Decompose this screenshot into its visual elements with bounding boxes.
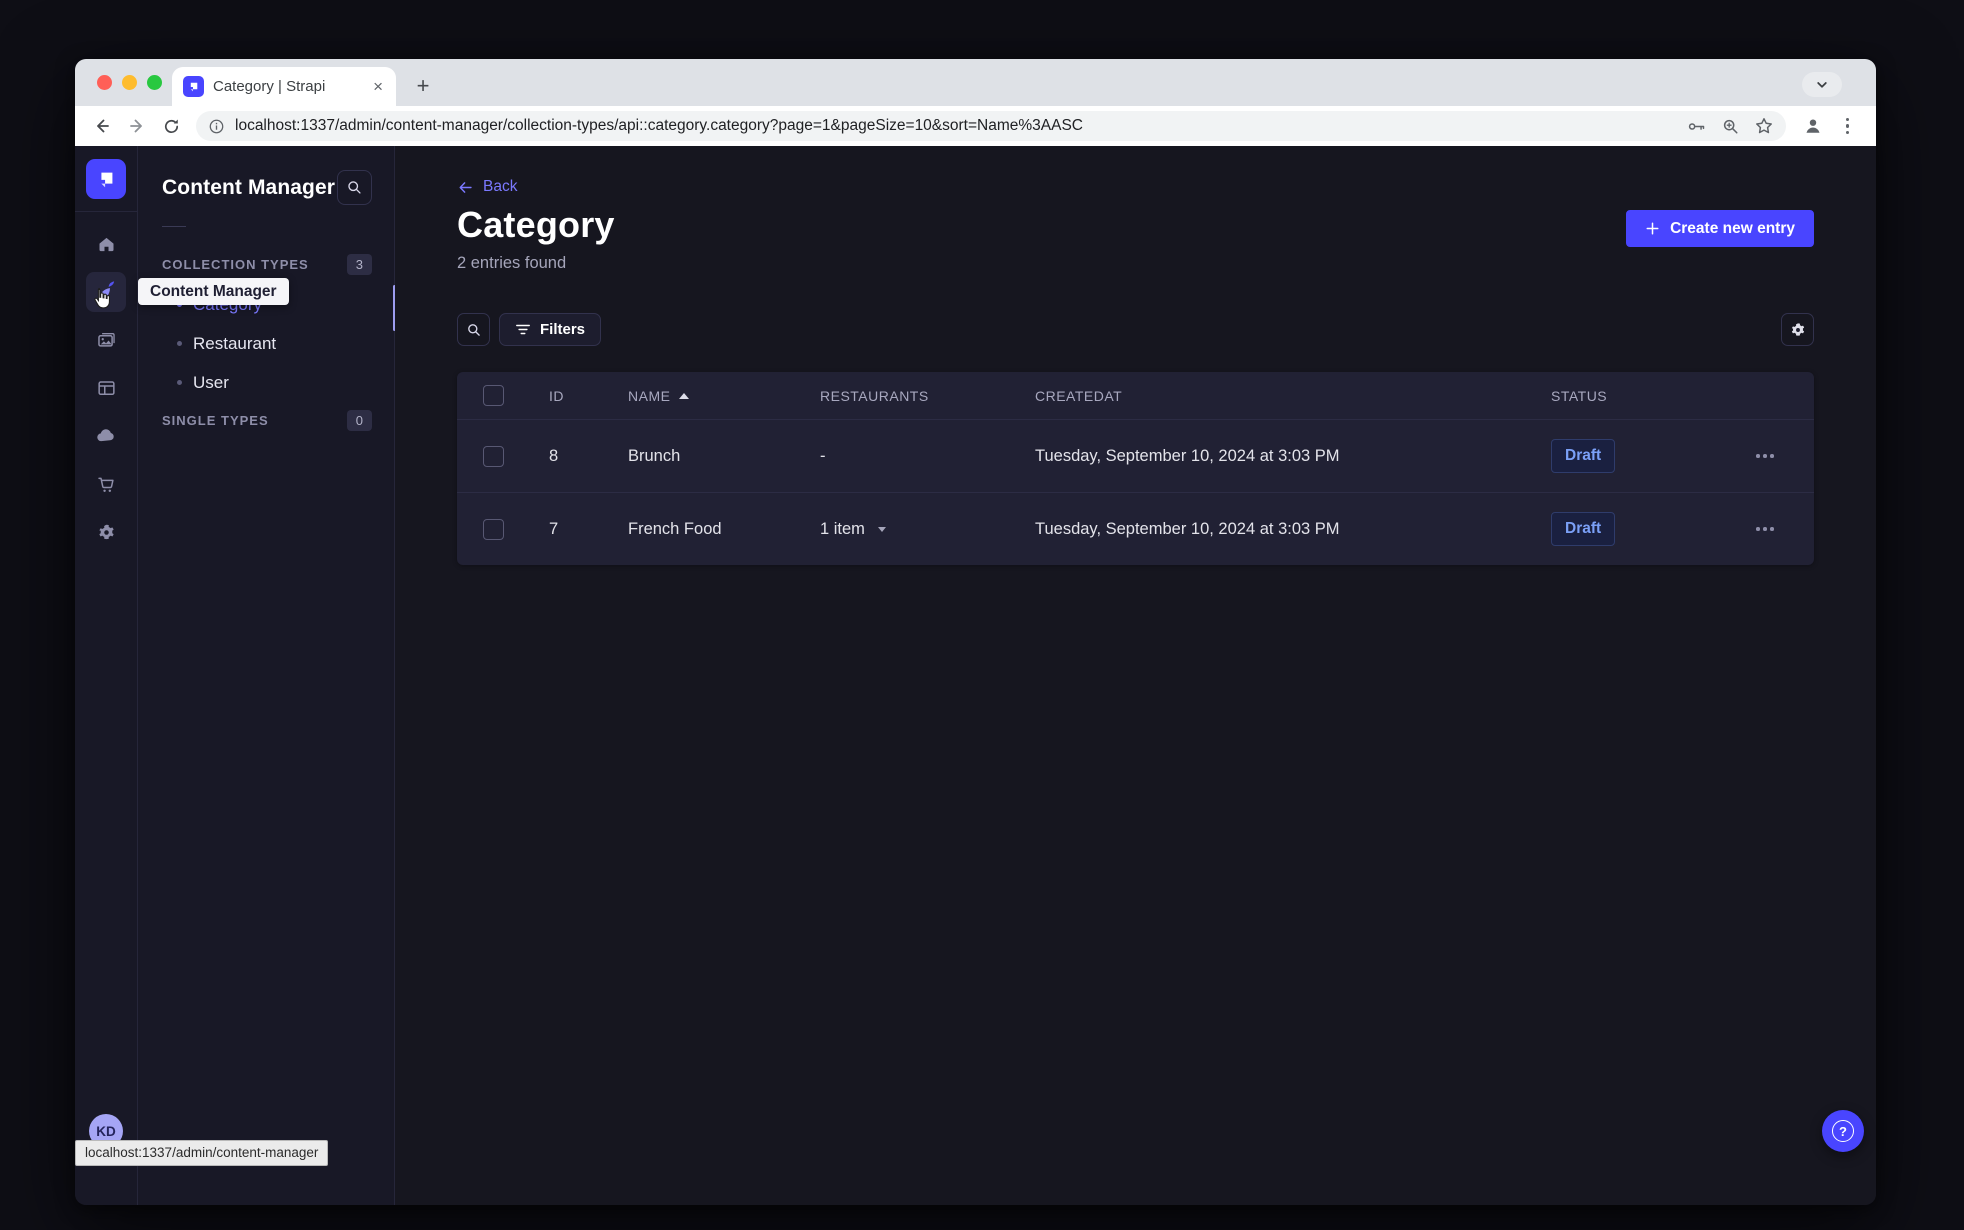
bullet-icon xyxy=(177,380,182,385)
sort-asc-icon xyxy=(679,392,690,399)
strapi-favicon-icon xyxy=(183,76,204,97)
forward-icon[interactable] xyxy=(120,110,153,143)
status-badge: Draft xyxy=(1551,512,1616,546)
cloud-icon[interactable] xyxy=(86,416,126,456)
home-icon[interactable] xyxy=(86,224,126,264)
status-badge: Draft xyxy=(1551,439,1616,473)
help-button[interactable]: ? xyxy=(1822,1110,1864,1152)
urlbar-actions xyxy=(1686,116,1774,137)
table-row[interactable]: 8 Brunch - Tuesday, September 10, 2024 a… xyxy=(457,419,1814,492)
status-bubble: localhost:1337/admin/content-manager xyxy=(75,1140,329,1166)
row-checkbox[interactable] xyxy=(483,445,504,467)
help-icon: ? xyxy=(1832,1120,1854,1142)
back-icon[interactable] xyxy=(85,110,118,143)
section-label: COLLECTION TYPES xyxy=(162,257,309,272)
create-new-entry-button[interactable]: Create new entry xyxy=(1626,210,1814,247)
rail-divider xyxy=(75,211,137,212)
browser-toolbar: localhost:1337/admin/content-manager/col… xyxy=(75,106,1876,146)
browser-tab[interactable]: Category | Strapi × xyxy=(172,67,396,106)
cell-id: 7 xyxy=(549,519,559,538)
entries-count: 2 entries found xyxy=(457,254,567,272)
password-key-icon[interactable] xyxy=(1686,116,1707,137)
table-search-button[interactable] xyxy=(457,313,490,346)
entries-table: ID NAME RESTAURANTS CREATEDAT STATUS 8 B… xyxy=(457,372,1814,565)
browser-menu-icon[interactable] xyxy=(1831,110,1864,143)
info-icon[interactable] xyxy=(208,118,225,135)
view-settings-button[interactable] xyxy=(1781,313,1814,346)
main-content: Back Category Create new entry 2 entries… xyxy=(395,146,1876,1205)
row-menu-icon[interactable] xyxy=(1754,521,1776,537)
section-label: SINGLE TYPES xyxy=(162,413,269,428)
row-menu-icon[interactable] xyxy=(1754,448,1776,464)
gear-icon xyxy=(1791,322,1804,336)
single-types-section: SINGLE TYPES 0 xyxy=(138,410,394,431)
tab-search-button[interactable] xyxy=(1802,72,1842,97)
window-close-button[interactable] xyxy=(97,75,112,90)
marketplace-icon[interactable] xyxy=(86,464,126,504)
cell-id: 8 xyxy=(549,446,559,465)
panel-search-button[interactable] xyxy=(337,170,372,205)
search-icon xyxy=(348,181,361,194)
cell-restaurants-dropdown[interactable]: 1 item xyxy=(797,520,1013,539)
collection-types-count-badge: 3 xyxy=(346,254,372,275)
caret-down-icon xyxy=(877,526,886,532)
tab-title: Category | Strapi xyxy=(213,78,326,95)
sidebar-item-user[interactable]: User xyxy=(162,363,372,402)
column-header-name[interactable]: NAME xyxy=(601,388,797,404)
back-arrow-icon xyxy=(459,181,472,193)
row-checkbox[interactable] xyxy=(483,518,504,540)
single-types-count-badge: 0 xyxy=(346,410,372,431)
cell-restaurants: - xyxy=(820,446,826,465)
cell-name: Brunch xyxy=(628,446,681,465)
panel-title: Content Manager xyxy=(162,175,336,199)
panel-divider xyxy=(162,226,186,227)
search-icon xyxy=(467,323,480,336)
plus-icon xyxy=(1646,222,1659,235)
collection-types-section: COLLECTION TYPES 3 Category Restaurant U… xyxy=(138,254,394,402)
url-text[interactable]: localhost:1337/admin/content-manager/col… xyxy=(235,117,1676,135)
settings-icon[interactable] xyxy=(86,512,126,552)
bullet-icon xyxy=(177,341,182,346)
cell-createdat: Tuesday, September 10, 2024 at 3:03 PM xyxy=(1035,446,1340,465)
browser-window: Category | Strapi × + localhost:1337/adm… xyxy=(75,59,1876,1205)
window-minimize-button[interactable] xyxy=(122,75,137,90)
column-header-restaurants[interactable]: RESTAURANTS xyxy=(797,388,1013,404)
content-type-builder-icon[interactable] xyxy=(86,368,126,408)
tab-strip: Category | Strapi × + xyxy=(75,59,1876,106)
profile-icon[interactable] xyxy=(1796,110,1829,143)
tab-close-icon[interactable]: × xyxy=(370,78,386,95)
column-header-status[interactable]: STATUS xyxy=(1529,388,1733,404)
window-zoom-button[interactable] xyxy=(147,75,162,90)
column-header-createdat[interactable]: CREATEDAT xyxy=(1013,388,1529,404)
table-header-row: ID NAME RESTAURANTS CREATEDAT STATUS xyxy=(457,372,1814,419)
new-tab-button[interactable]: + xyxy=(409,72,437,100)
strapi-logo-icon[interactable] xyxy=(86,159,126,199)
back-link[interactable]: Back xyxy=(457,178,517,196)
hand-cursor-icon xyxy=(94,288,111,309)
page-title: Category xyxy=(457,204,615,245)
url-bar[interactable]: localhost:1337/admin/content-manager/col… xyxy=(196,111,1786,141)
table-row[interactable]: 7 French Food 1 item Tuesday, September … xyxy=(457,492,1814,565)
sidebar-item-restaurant[interactable]: Restaurant xyxy=(162,324,372,363)
media-library-icon[interactable] xyxy=(86,320,126,360)
bookmark-star-icon[interactable] xyxy=(1754,116,1774,136)
cell-name: French Food xyxy=(628,519,722,538)
column-header-id[interactable]: ID xyxy=(529,388,601,404)
cell-createdat: Tuesday, September 10, 2024 at 3:03 PM xyxy=(1035,519,1340,538)
nav-tooltip: Content Manager xyxy=(138,278,289,305)
filter-icon xyxy=(516,324,530,335)
zoom-icon[interactable] xyxy=(1721,117,1740,136)
filters-button[interactable]: Filters xyxy=(499,313,602,346)
traffic-lights xyxy=(97,75,162,90)
reload-icon[interactable] xyxy=(155,110,188,143)
chevron-down-icon xyxy=(1817,81,1827,88)
select-all-checkbox[interactable] xyxy=(483,385,504,406)
strapi-app: KD Content Manager COLLECTION TYPES 3 Re… xyxy=(75,146,1876,1205)
desktop: { "browser": { "tab_title": "Category | … xyxy=(0,0,1964,1230)
